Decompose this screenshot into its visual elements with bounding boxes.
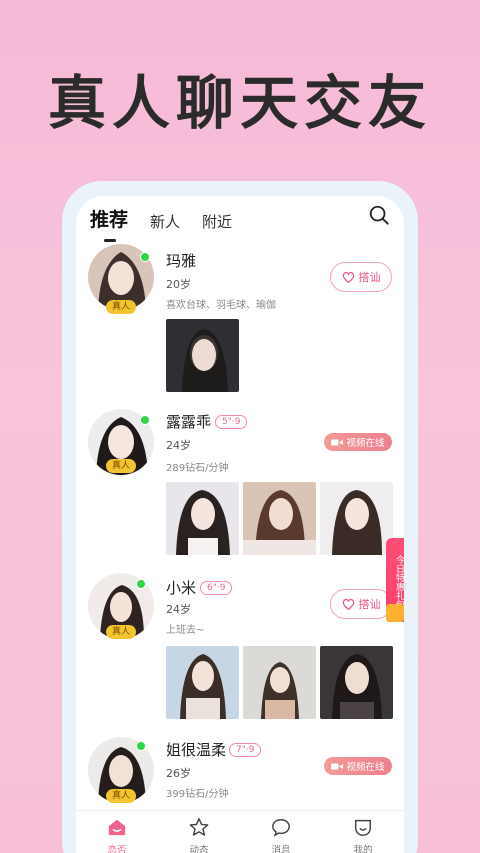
gender-age-chip: 6"·9 bbox=[200, 581, 233, 595]
video-camera-icon bbox=[331, 439, 344, 445]
profile-name: 露露乖 bbox=[166, 413, 212, 431]
nav-moments[interactable]: 动态 bbox=[158, 811, 240, 853]
gender-age-chip: 5"·9 bbox=[215, 415, 248, 429]
nav-home[interactable]: 恋否 bbox=[76, 811, 158, 853]
profile-desc: 上班去~ bbox=[166, 625, 205, 636]
profile-desc: 喜欢台球、羽毛球、瑜伽 bbox=[166, 300, 276, 311]
nav-messages[interactable]: 消息 bbox=[240, 811, 322, 853]
video-online-label: 视频在线 bbox=[346, 762, 385, 773]
real-badge: 真人 bbox=[106, 459, 136, 473]
photo-gallery bbox=[166, 319, 239, 392]
online-dot bbox=[140, 415, 150, 425]
video-online-button[interactable]: 视频在线 bbox=[324, 757, 392, 775]
home-icon bbox=[108, 819, 126, 836]
heart-icon bbox=[342, 598, 354, 610]
profile-name: 玛雅 bbox=[166, 252, 197, 270]
app-screen: 推荐 新人 附近 真人 玛雅 20岁 喜欢台球、羽毛球、瑜伽 搭讪 真人 露露乖… bbox=[76, 196, 404, 853]
greet-label: 搭讪 bbox=[358, 271, 381, 284]
tab-recommend[interactable]: 推荐 bbox=[90, 205, 128, 242]
profile-name: 姐很温柔 bbox=[166, 741, 227, 759]
search-icon[interactable] bbox=[368, 204, 390, 226]
profile-age: 20岁 bbox=[166, 278, 191, 291]
photo-gallery bbox=[166, 482, 393, 555]
top-tabs: 推荐 新人 附近 bbox=[90, 204, 254, 242]
heart-icon bbox=[342, 271, 354, 283]
profile-age: 24岁 bbox=[166, 439, 191, 452]
nav-label: 我的 bbox=[353, 845, 373, 853]
online-dot bbox=[136, 741, 146, 751]
video-online-label: 视频在线 bbox=[346, 438, 385, 449]
profile-icon bbox=[355, 819, 371, 836]
real-badge: 真人 bbox=[106, 789, 136, 803]
gift-box-icon[interactable] bbox=[386, 604, 404, 622]
online-dot bbox=[140, 252, 150, 262]
gender-age-chip: 7"·9 bbox=[229, 743, 262, 757]
photo[interactable] bbox=[243, 646, 316, 719]
photo[interactable] bbox=[243, 482, 316, 555]
tab-new[interactable]: 新人 bbox=[150, 211, 180, 234]
video-camera-icon bbox=[331, 763, 344, 769]
real-badge: 真人 bbox=[106, 300, 136, 314]
photo[interactable] bbox=[320, 482, 393, 555]
headline: 真人聊天交友 bbox=[47, 69, 432, 137]
profile-price: 399钻石/分钟 bbox=[166, 789, 229, 800]
greet-button[interactable]: 搭讪 bbox=[330, 589, 392, 619]
photo[interactable] bbox=[320, 646, 393, 719]
star-icon bbox=[189, 818, 209, 836]
real-badge: 真人 bbox=[106, 625, 136, 639]
profile-price: 289钻石/分钟 bbox=[166, 463, 229, 474]
tab-nearby[interactable]: 附近 bbox=[202, 211, 232, 234]
photo[interactable] bbox=[166, 319, 239, 392]
nav-label: 恋否 bbox=[107, 845, 127, 853]
profile-name: 小米 bbox=[166, 579, 197, 597]
greet-label: 搭讪 bbox=[358, 598, 381, 611]
photo[interactable] bbox=[166, 482, 239, 555]
nav-profile[interactable]: 我的 bbox=[322, 811, 404, 853]
nav-label: 消息 bbox=[271, 845, 291, 853]
profile-age: 24岁 bbox=[166, 603, 191, 616]
profile-age: 26岁 bbox=[166, 767, 191, 780]
photo-gallery bbox=[166, 646, 393, 719]
chat-bubble-icon bbox=[272, 818, 290, 837]
video-online-button[interactable]: 视频在线 bbox=[324, 433, 392, 451]
greet-button[interactable]: 搭讪 bbox=[330, 262, 392, 292]
online-dot bbox=[136, 579, 146, 589]
photo[interactable] bbox=[166, 646, 239, 719]
nav-label: 动态 bbox=[189, 845, 209, 853]
bottom-nav: 恋否 动态 消息 我的 bbox=[76, 810, 404, 853]
